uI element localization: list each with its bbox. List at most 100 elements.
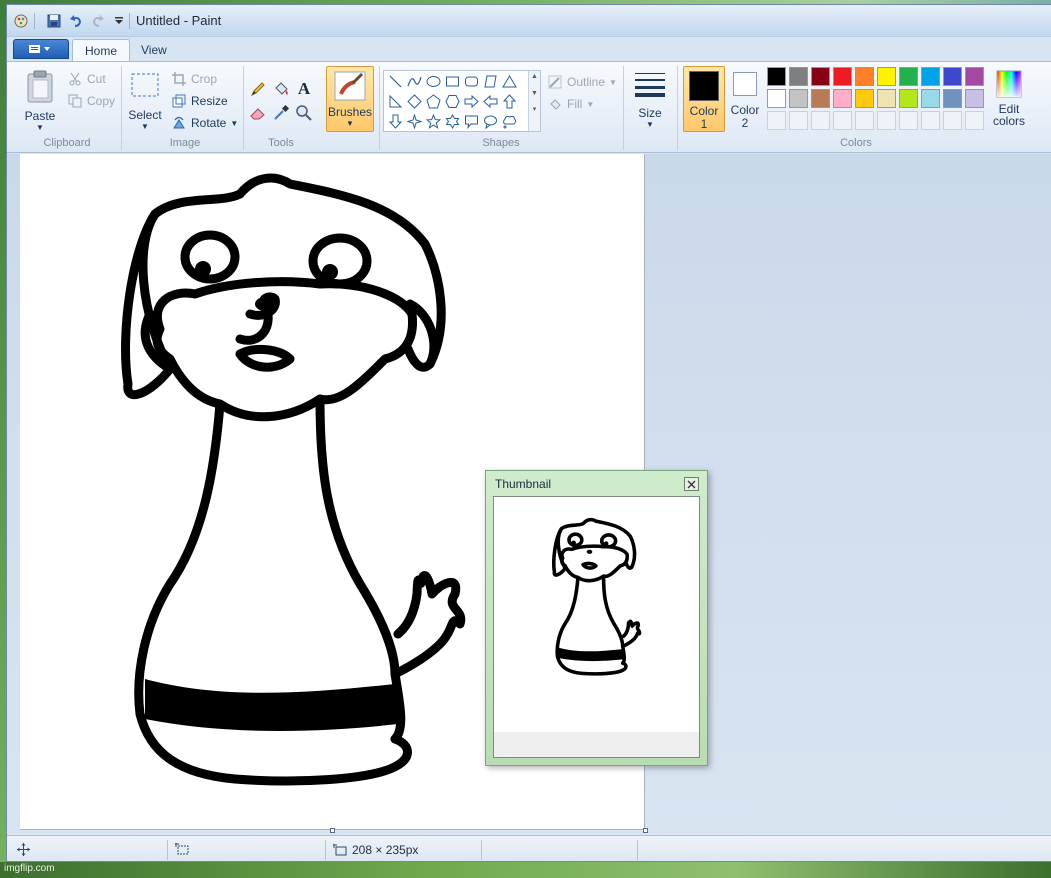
save-icon[interactable]	[46, 13, 62, 29]
custom-color-slot[interactable]	[789, 111, 808, 130]
pentagon-shape-icon[interactable]	[424, 92, 443, 111]
eraser-tool[interactable]	[247, 102, 269, 124]
cut-button[interactable]: Cut	[67, 71, 106, 87]
palette-swatch[interactable]	[811, 89, 830, 108]
crop-button[interactable]: Crop	[171, 71, 217, 87]
thumbnail-preview[interactable]	[493, 496, 700, 758]
thumbnail-title: Thumbnail	[495, 477, 552, 491]
ribbon: Paste ▼ Cut Copy Clipboard Select ▼ Crop…	[7, 61, 1051, 153]
palette-swatch[interactable]	[767, 67, 786, 86]
undo-icon[interactable]	[68, 13, 84, 29]
five-point-star-shape-icon[interactable]	[424, 112, 443, 131]
paint-app-icon[interactable]	[13, 13, 29, 29]
four-point-star-shape-icon[interactable]	[405, 112, 424, 131]
palette-swatch[interactable]	[921, 89, 940, 108]
palette-swatch[interactable]	[789, 89, 808, 108]
tools-group-label: Tools	[268, 137, 294, 149]
resize-handle-corner[interactable]	[643, 828, 648, 833]
paste-button[interactable]: Paste ▼	[19, 70, 61, 132]
palette-swatch[interactable]	[899, 67, 918, 86]
custom-color-slot[interactable]	[767, 111, 786, 130]
select-button[interactable]: Select ▼	[125, 70, 165, 131]
up-arrow-shape-icon[interactable]	[500, 92, 519, 111]
palette-swatch[interactable]	[855, 89, 874, 108]
custom-color-slot[interactable]	[921, 111, 940, 130]
tab-home[interactable]: Home	[72, 39, 131, 61]
fill-label: Fill	[567, 97, 583, 111]
outline-button[interactable]: Outline ▼	[547, 74, 617, 90]
custom-color-slot[interactable]	[965, 111, 984, 130]
oval-shape-icon[interactable]	[424, 72, 443, 91]
triangle-shape-icon[interactable]	[500, 72, 519, 91]
rounded-rectangle-shape-icon[interactable]	[462, 72, 481, 91]
color-picker-tool[interactable]	[270, 102, 292, 124]
line-shape-icon[interactable]	[386, 72, 405, 91]
watermark-text: imgflip.com	[4, 863, 55, 874]
custom-color-slot[interactable]	[943, 111, 962, 130]
custom-color-slot[interactable]	[833, 111, 852, 130]
oval-callout-shape-icon[interactable]	[481, 112, 500, 131]
redo-icon[interactable]	[90, 13, 106, 29]
fill-button[interactable]: Fill ▼	[547, 96, 594, 112]
text-tool[interactable]: A	[293, 78, 315, 100]
custom-color-slot[interactable]	[855, 111, 874, 130]
ribbon-tab-bar: Home View	[7, 37, 1051, 61]
resize-handle-bottom[interactable]	[330, 828, 335, 833]
cursor-position-icon	[17, 843, 30, 856]
palette-swatch[interactable]	[943, 67, 962, 86]
resize-button[interactable]: Resize	[171, 93, 228, 109]
palette-swatch[interactable]	[877, 67, 896, 86]
customize-qat-icon[interactable]	[111, 13, 127, 29]
thumbnail-window[interactable]: Thumbnail	[485, 470, 708, 766]
curve-shape-icon[interactable]	[405, 72, 424, 91]
thumbnail-dog-drawing	[552, 517, 642, 676]
diamond-shape-icon[interactable]	[405, 92, 424, 111]
colors-group-label: Colors	[840, 137, 872, 149]
tab-view[interactable]: View	[129, 39, 179, 61]
down-arrow-shape-icon[interactable]	[386, 112, 405, 131]
copy-button[interactable]: Copy	[67, 93, 115, 109]
palette-swatch[interactable]	[833, 89, 852, 108]
size-button[interactable]: Size ▼	[629, 70, 671, 129]
custom-color-slot[interactable]	[811, 111, 830, 130]
palette-swatch[interactable]	[767, 89, 786, 108]
rectangular-callout-shape-icon[interactable]	[462, 112, 481, 131]
palette-swatch[interactable]	[899, 89, 918, 108]
custom-color-slot[interactable]	[877, 111, 896, 130]
custom-color-slot[interactable]	[899, 111, 918, 130]
hexagon-shape-icon[interactable]	[443, 92, 462, 111]
paste-label: Paste	[24, 109, 56, 123]
cloud-callout-shape-icon[interactable]	[500, 112, 519, 131]
pencil-tool[interactable]	[247, 78, 269, 100]
palette-swatch[interactable]	[921, 67, 940, 86]
right-triangle-shape-icon[interactable]	[386, 92, 405, 111]
left-arrow-shape-icon[interactable]	[481, 92, 500, 111]
six-point-star-shape-icon[interactable]	[443, 112, 462, 131]
rectangle-shape-icon[interactable]	[443, 72, 462, 91]
shapes-gallery-scrollbar[interactable]: ▲ ▼ ▾	[528, 71, 540, 131]
canvas-area[interactable]: Thumbnail	[7, 154, 1051, 835]
color1-button[interactable]: Color 1	[683, 66, 725, 132]
rotate-button[interactable]: Rotate ▼	[171, 115, 238, 131]
fill-tool[interactable]	[270, 78, 292, 100]
palette-swatch[interactable]	[965, 89, 984, 108]
palette-swatch[interactable]	[833, 67, 852, 86]
palette-swatch[interactable]	[789, 67, 808, 86]
outline-label: Outline	[567, 75, 606, 89]
color-spectrum-icon	[996, 70, 1022, 98]
palette-swatch[interactable]	[943, 89, 962, 108]
right-arrow-shape-icon[interactable]	[462, 92, 481, 111]
palette-swatch[interactable]	[965, 67, 984, 86]
rotate-label: Rotate	[191, 116, 227, 130]
paint-menu-button[interactable]	[13, 39, 69, 59]
edit-colors-button[interactable]: Edit colors	[989, 70, 1029, 127]
palette-swatch[interactable]	[877, 89, 896, 108]
polygon-shape-icon[interactable]	[481, 72, 500, 91]
magnifier-tool[interactable]	[293, 102, 315, 124]
thumbnail-close-button[interactable]	[684, 477, 699, 491]
brushes-button[interactable]: Brushes ▼	[326, 66, 374, 132]
shapes-gallery: ▲ ▼ ▾	[383, 70, 541, 132]
color2-button[interactable]: Color 2	[727, 66, 763, 132]
palette-swatch[interactable]	[855, 67, 874, 86]
palette-swatch[interactable]	[811, 67, 830, 86]
